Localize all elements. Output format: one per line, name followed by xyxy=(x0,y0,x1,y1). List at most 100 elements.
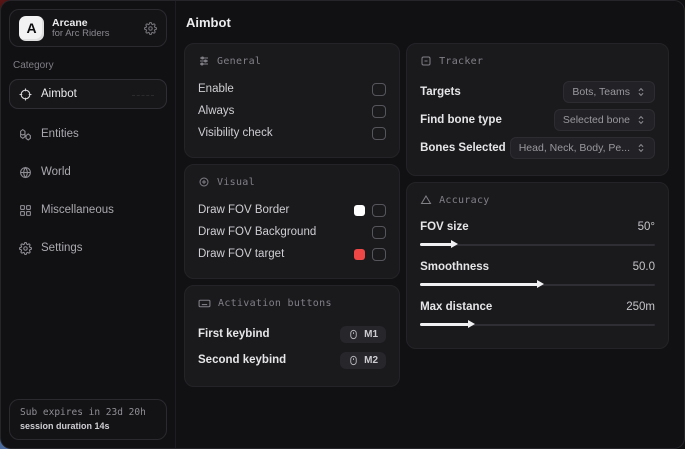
panel-title: Accuracy xyxy=(439,195,490,206)
crosshair-icon xyxy=(19,88,32,101)
panel-title: General xyxy=(217,56,261,67)
brand-logo: A xyxy=(19,16,44,41)
panel-tracker: Tracker Targets Bots, Teams Find bone ty… xyxy=(406,43,669,176)
sidebar-item-entities[interactable]: Entities xyxy=(9,119,167,149)
chevrons-up-down-icon xyxy=(636,143,646,153)
setting-label: Smoothness xyxy=(420,261,489,273)
main-content: Aimbot General Enable Alw xyxy=(176,1,684,448)
sidebar-item-label: Settings xyxy=(41,242,83,254)
dropdown-value: Selected bone xyxy=(563,114,630,126)
brand-text: Arcane for Arc Riders xyxy=(52,17,136,40)
sidebar-item-label: Miscellaneous xyxy=(41,204,114,216)
brand-card[interactable]: A Arcane for Arc Riders xyxy=(9,9,167,47)
globe-icon xyxy=(19,166,32,179)
setting-row: Second keybind M2 xyxy=(198,347,386,373)
setting-label: Draw FOV Background xyxy=(198,226,316,238)
setting-label: Second keybind xyxy=(198,354,286,366)
draw-fov-background-checkbox[interactable] xyxy=(372,226,386,239)
gear-icon[interactable] xyxy=(144,22,157,35)
draw-fov-border-checkbox[interactable] xyxy=(372,204,386,217)
setting-label: Enable xyxy=(198,83,234,95)
setting-label: Draw FOV Border xyxy=(198,204,289,216)
setting-label: First keybind xyxy=(198,328,270,340)
chevrons-up-down-icon xyxy=(636,87,646,97)
slider-row: Max distance 250m xyxy=(420,297,655,331)
app-window: A Arcane for Arc Riders Category Aimbot xyxy=(0,0,685,449)
bones-selected-dropdown[interactable]: Head, Neck, Body, Pe... xyxy=(510,137,655,159)
targets-dropdown[interactable]: Bots, Teams xyxy=(563,81,655,103)
panel-title: Activation buttons xyxy=(218,298,332,309)
sidebar-item-settings[interactable]: Settings xyxy=(9,233,167,263)
setting-row: Enable xyxy=(198,78,386,100)
mouse-icon xyxy=(348,329,359,340)
dropdown-value: Bots, Teams xyxy=(572,86,630,98)
fov-target-color-swatch[interactable] xyxy=(354,249,365,260)
setting-row: Draw FOV Background xyxy=(198,221,386,243)
sidebar-item-aimbot[interactable]: Aimbot xyxy=(9,79,167,109)
setting-row: Draw FOV Border xyxy=(198,199,386,221)
setting-label: Find bone type xyxy=(420,114,502,126)
fov-size-slider[interactable] xyxy=(420,239,655,251)
slider-value: 50.0 xyxy=(633,261,655,273)
slider-thumb[interactable] xyxy=(537,280,544,288)
setting-label: FOV size xyxy=(420,221,469,233)
slider-row: FOV size 50° xyxy=(420,217,655,251)
mouse-icon xyxy=(348,355,359,366)
panel-title: Visual xyxy=(217,177,255,188)
setting-label: Targets xyxy=(420,86,461,98)
fov-border-color-swatch[interactable] xyxy=(354,205,365,216)
enable-checkbox[interactable] xyxy=(372,83,386,96)
fov-circle-icon xyxy=(198,176,210,188)
first-keybind-button[interactable]: M1 xyxy=(340,326,386,343)
panel-accuracy: Accuracy FOV size 50° xyxy=(406,182,669,349)
chevrons-up-down-icon xyxy=(636,115,646,125)
max-distance-slider[interactable] xyxy=(420,319,655,331)
setting-label: Always xyxy=(198,105,234,117)
setting-label: Draw FOV target xyxy=(198,248,284,260)
sub-expiry-text: Sub expires in 23d 20h xyxy=(20,407,156,418)
sidebar-item-label: World xyxy=(41,166,71,178)
slider-value: 250m xyxy=(626,301,655,313)
setting-label: Bones Selected xyxy=(420,142,506,154)
smoothness-slider[interactable] xyxy=(420,279,655,291)
find-bone-type-dropdown[interactable]: Selected bone xyxy=(554,109,655,131)
session-duration-text: session duration 14s xyxy=(20,421,156,431)
page-title: Aimbot xyxy=(186,15,669,30)
subscription-card: Sub expires in 23d 20h session duration … xyxy=(9,399,167,440)
setting-row: Find bone type Selected bone xyxy=(420,106,655,134)
keybind-value: M2 xyxy=(364,355,378,366)
sidebar: A Arcane for Arc Riders Category Aimbot xyxy=(1,1,176,448)
slider-row: Smoothness 50.0 xyxy=(420,257,655,291)
slider-thumb[interactable] xyxy=(451,240,458,248)
category-label: Category xyxy=(13,60,163,71)
scan-icon xyxy=(420,55,432,67)
draw-fov-target-checkbox[interactable] xyxy=(372,248,386,261)
setting-label: Max distance xyxy=(420,301,492,313)
setting-label: Visibility check xyxy=(198,127,273,139)
sidebar-item-label: Entities xyxy=(41,128,79,140)
keybind-value: M1 xyxy=(364,329,378,340)
keybind-hint-dashes xyxy=(132,95,154,96)
second-keybind-button[interactable]: M2 xyxy=(340,352,386,369)
panel-general: General Enable Always Visibility check xyxy=(184,43,400,158)
setting-row: Bones Selected Head, Neck, Body, Pe... xyxy=(420,134,655,162)
panel-visual: Visual Draw FOV Border Draw FOV Backgrou… xyxy=(184,164,400,279)
panel-activation-buttons: Activation buttons First keybind M1 Seco… xyxy=(184,285,400,387)
triangle-icon xyxy=(420,194,432,206)
brand-name: Arcane xyxy=(52,17,136,29)
always-checkbox[interactable] xyxy=(372,105,386,118)
gear-icon xyxy=(19,242,32,255)
setting-row: First keybind M1 xyxy=(198,321,386,347)
grid-icon xyxy=(19,204,32,217)
dropdown-value: Head, Neck, Body, Pe... xyxy=(519,142,630,154)
sidebar-item-miscellaneous[interactable]: Miscellaneous xyxy=(9,195,167,225)
keyboard-icon xyxy=(198,297,211,310)
slider-thumb[interactable] xyxy=(468,320,475,328)
slider-value: 50° xyxy=(638,221,655,233)
visibility-check-checkbox[interactable] xyxy=(372,127,386,140)
sidebar-item-label: Aimbot xyxy=(41,88,77,100)
sidebar-nav: Aimbot Entities World Miscellaneous xyxy=(9,79,167,267)
sidebar-item-world[interactable]: World xyxy=(9,157,167,187)
panel-title: Tracker xyxy=(439,56,483,67)
setting-row: Always xyxy=(198,100,386,122)
